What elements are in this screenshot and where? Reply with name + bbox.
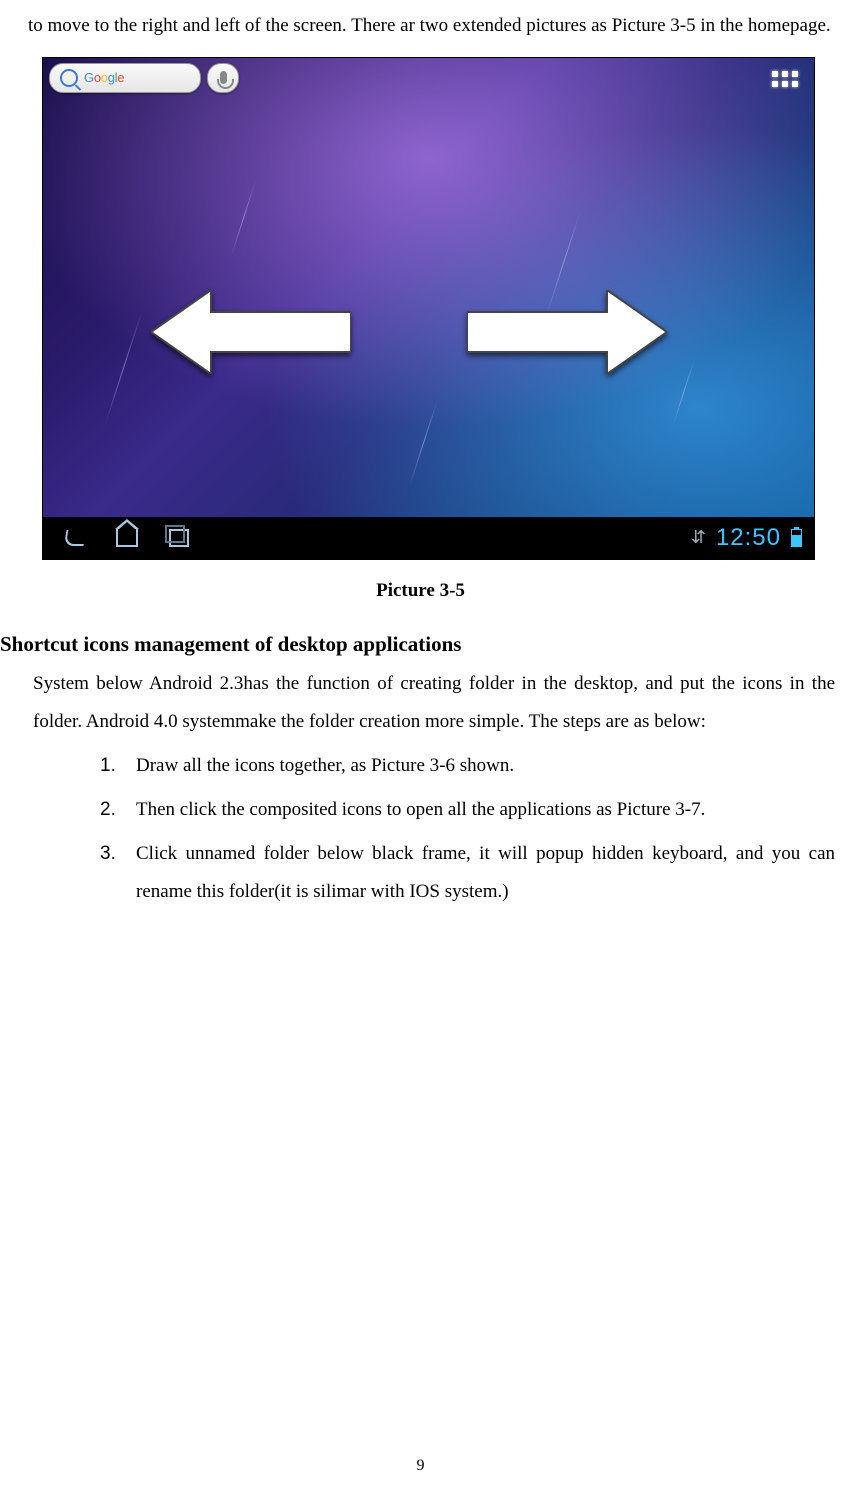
list-item: Click unnamed folder below black frame, … [100, 835, 835, 911]
google-logo: Google [84, 70, 124, 85]
back-button[interactable] [63, 528, 87, 548]
home-icon [116, 529, 138, 547]
steps-list: Draw all the icons together, as Picture … [100, 747, 835, 911]
intro-paragraph: to move to the right and left of the scr… [28, 5, 835, 47]
section-paragraph: System below Android 2.3has the function… [33, 665, 835, 741]
section-heading: Shortcut icons management of desktop app… [0, 632, 835, 657]
usb-icon: ⇵ [691, 527, 706, 548]
rain-streak [231, 180, 257, 256]
microphone-icon [220, 71, 227, 84]
figure-caption: Picture 3-5 [0, 580, 841, 602]
app-drawer-button[interactable] [768, 66, 802, 92]
rain-streak [672, 359, 695, 426]
back-icon [64, 530, 87, 546]
android-homescreen-screenshot: Google [42, 57, 815, 560]
swipe-right-arrow [467, 290, 667, 374]
rain-streak [104, 311, 142, 425]
list-item: Then click the composited icons to open … [100, 791, 835, 829]
clock: 12:50 [716, 524, 781, 552]
battery-icon [791, 529, 802, 547]
recent-apps-button[interactable] [167, 528, 191, 548]
recent-apps-icon [169, 529, 189, 547]
list-item: Draw all the icons together, as Picture … [100, 747, 835, 785]
voice-search-button[interactable] [207, 63, 239, 93]
search-icon [60, 69, 78, 87]
page-number: 9 [0, 1457, 841, 1475]
home-button[interactable] [115, 528, 139, 548]
rain-streak [409, 400, 438, 486]
google-search-widget[interactable]: Google [49, 63, 201, 93]
android-navigation-bar: ⇵ 12:50 [43, 517, 814, 559]
swipe-left-arrow [151, 290, 351, 374]
